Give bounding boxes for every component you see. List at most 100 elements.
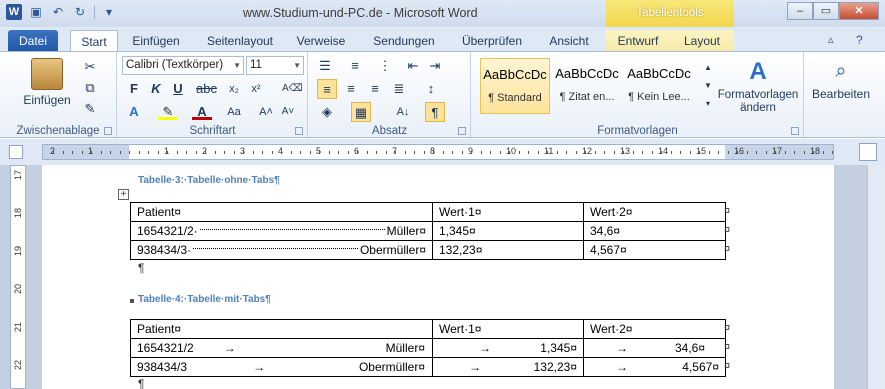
increase-indent-icon[interactable]: ⇥ xyxy=(425,56,445,76)
cut-icon[interactable]: ✂ xyxy=(80,57,100,77)
numbering-icon[interactable]: ≡ xyxy=(345,56,365,76)
close-button[interactable]: ✕ xyxy=(839,2,879,20)
table-cell[interactable]: 1654321/2 → Müller¤ xyxy=(130,338,433,358)
minimize-button[interactable]: – xyxy=(787,2,813,20)
text-effects-icon[interactable]: A xyxy=(124,102,144,122)
table-cell[interactable]: → 4,567¤ xyxy=(583,357,726,377)
strikethrough-icon[interactable]: abc xyxy=(196,79,217,99)
ruler-tick xyxy=(509,151,510,154)
table-cell[interactable]: Wert·1¤ xyxy=(432,319,584,339)
tab-design[interactable]: Entwurf xyxy=(606,30,670,52)
superscript-icon[interactable]: x² xyxy=(246,79,266,99)
vertical-scrollbar[interactable] xyxy=(867,165,885,389)
style-quote[interactable]: AaBbCcDc ¶ Zitat en... xyxy=(552,58,622,114)
ruler-tick xyxy=(728,151,729,154)
tab-arrow-icon: → xyxy=(616,360,628,374)
tab-layout[interactable]: Layout xyxy=(670,30,734,52)
table-cell[interactable]: Patient¤ xyxy=(130,202,433,222)
table-cell[interactable]: → 1,345¤ xyxy=(432,338,584,358)
table-move-handle-icon[interactable]: + xyxy=(118,189,129,200)
borders-icon[interactable]: ▦ xyxy=(351,102,371,122)
ruler-tick xyxy=(205,151,206,154)
align-right-icon[interactable]: ≡ xyxy=(365,79,385,99)
multilevel-list-icon[interactable]: ⋮ xyxy=(375,56,395,76)
tab-arrow-icon: → xyxy=(469,360,481,374)
copy-icon[interactable]: ⧉ xyxy=(80,78,100,98)
align-left-icon[interactable]: ≡ xyxy=(317,79,337,99)
clear-formatting-icon[interactable]: A⌫ xyxy=(282,79,303,99)
justify-icon[interactable]: ≣ xyxy=(389,79,409,99)
format-painter-icon[interactable]: ✎ xyxy=(80,99,100,119)
save-icon[interactable]: ▣ xyxy=(28,4,44,20)
table-cell[interactable]: Patient¤ xyxy=(130,319,433,339)
styles-more-icon[interactable]: ▾ xyxy=(698,94,718,114)
styles-scroll-down-icon[interactable]: ▼ xyxy=(698,76,718,96)
vertical-ruler-number: 20 xyxy=(13,283,24,295)
font-color-icon[interactable]: A xyxy=(192,102,212,120)
vertical-ruler[interactable]: 17 18 19 20 21 22 xyxy=(10,165,26,389)
bullets-icon[interactable]: ☰ xyxy=(315,56,335,76)
undo-icon[interactable]: ↶ xyxy=(50,4,66,20)
line-spacing-icon[interactable]: ↕ xyxy=(421,79,441,99)
font-size-combo[interactable]: 11 ▼ xyxy=(246,56,304,75)
shading-icon[interactable]: ◈ xyxy=(317,102,337,122)
tab-review[interactable]: Überprüfen xyxy=(454,30,530,52)
tab-selector-icon[interactable] xyxy=(9,145,23,159)
table-cell[interactable]: Wert·1¤ xyxy=(432,202,584,222)
table-cell[interactable]: Wert·2¤ xyxy=(583,202,726,222)
change-case-icon[interactable]: Aa xyxy=(224,102,244,122)
minimize-ribbon-icon[interactable]: ▵ xyxy=(828,33,834,46)
tab-insert[interactable]: Einfügen xyxy=(124,30,188,52)
styles-launcher-icon[interactable] xyxy=(791,127,799,135)
customize-qat-icon[interactable]: ▾ xyxy=(101,4,117,20)
subscript-icon[interactable]: x₂ xyxy=(224,79,244,99)
bold-icon[interactable]: F xyxy=(124,79,144,99)
italic-icon[interactable]: K xyxy=(146,79,166,99)
tab-start[interactable]: Start xyxy=(70,30,118,52)
ruler-tick xyxy=(82,151,83,154)
tab-file[interactable]: Datei xyxy=(8,30,58,52)
tab-view[interactable]: Ansicht xyxy=(540,30,598,52)
shrink-font-icon[interactable]: A˅ xyxy=(278,102,298,122)
editing-button[interactable]: ⌕ Bearbeiten xyxy=(807,58,875,101)
document-page[interactable]: Tabelle·3:·Tabelle·ohne·Tabs¶ + Patient¤… xyxy=(42,165,834,389)
paste-button[interactable]: Einfügen xyxy=(22,58,72,107)
font-launcher-icon[interactable] xyxy=(295,127,303,135)
highlight-icon[interactable]: ✎ xyxy=(158,102,178,120)
table-cell[interactable]: Wert·2¤ xyxy=(583,319,726,339)
clipboard-launcher-icon[interactable] xyxy=(104,127,112,135)
styles-scroll-up-icon[interactable]: ▲ xyxy=(698,58,718,78)
decrease-indent-icon[interactable]: ⇤ xyxy=(403,56,423,76)
help-icon[interactable]: ? xyxy=(856,33,863,47)
tab-page-layout[interactable]: Seitenlayout xyxy=(200,30,280,52)
table-cell[interactable]: 1,345¤ xyxy=(432,221,584,241)
maximize-button[interactable]: ▭ xyxy=(813,2,839,20)
table-cell[interactable]: 938434/3· Obermüller¤ xyxy=(130,240,433,260)
ruler-tick xyxy=(452,151,453,154)
table-cell[interactable]: 938434/3 → Obermüller¤ xyxy=(130,357,433,377)
paragraph-launcher-icon[interactable] xyxy=(458,127,466,135)
font-name-combo[interactable]: Calibri (Textkörper) ▼ xyxy=(122,56,244,75)
table-cell[interactable]: 1654321/2· Müller¤ xyxy=(130,221,433,241)
style-standard[interactable]: AaBbCcDc ¶ Standard xyxy=(480,58,550,114)
redo-icon[interactable]: ↻ xyxy=(72,4,88,20)
ruler-tick xyxy=(414,151,415,154)
horizontal-ruler[interactable]: 21123456789101112131415161718 xyxy=(42,144,834,160)
align-center-icon[interactable]: ≡ xyxy=(341,79,361,99)
view-ruler-icon[interactable] xyxy=(859,143,877,161)
grow-font-icon[interactable]: A˄ xyxy=(256,102,276,122)
table-cell[interactable]: 4,567¤ xyxy=(583,240,726,260)
table-cell[interactable]: 34,6¤ xyxy=(583,221,726,241)
tab-references[interactable]: Verweise xyxy=(290,30,352,52)
ruler-tick xyxy=(357,151,358,154)
sort-icon[interactable]: A↓ xyxy=(393,102,413,122)
underline-icon[interactable]: U xyxy=(168,79,188,99)
table-cell[interactable]: → 132,23¤ xyxy=(432,357,584,377)
table-cell[interactable]: 132,23¤ xyxy=(432,240,584,260)
change-styles-button[interactable]: A Formatvorlagen ändern xyxy=(716,58,800,115)
show-formatting-icon[interactable]: ¶ xyxy=(425,102,445,122)
table-cell[interactable]: → 34,6¤ xyxy=(583,338,726,358)
style-no-spacing[interactable]: AaBbCcDc ¶ Kein Lee... xyxy=(624,58,694,114)
tab-mailings[interactable]: Sendungen xyxy=(366,30,442,52)
word-app-icon[interactable]: W xyxy=(6,4,22,20)
